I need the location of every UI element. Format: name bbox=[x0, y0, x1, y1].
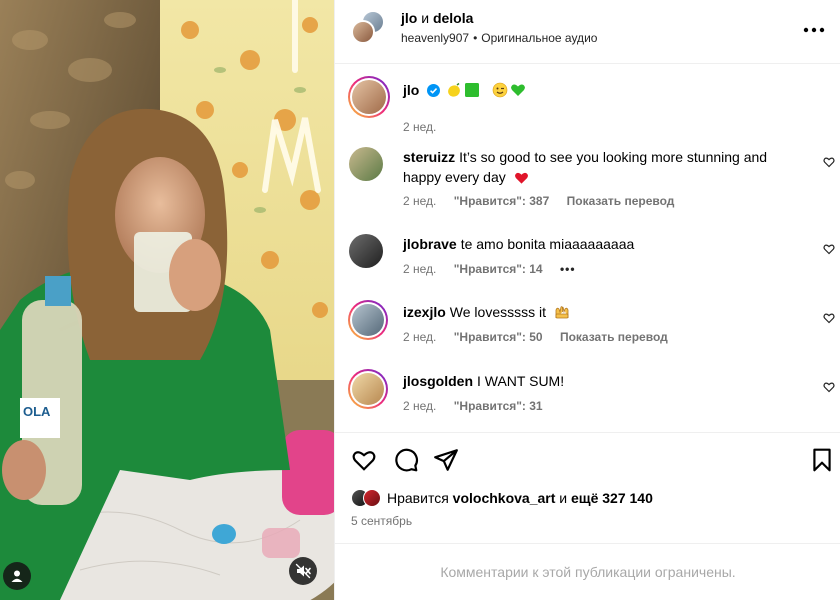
post-actions: Нравится volochkova_art и ещё 327 140 5 … bbox=[335, 432, 840, 542]
send-icon[interactable] bbox=[433, 447, 459, 473]
timestamp[interactable]: 2 нед. bbox=[403, 120, 436, 134]
caption-username[interactable]: jlo bbox=[403, 82, 419, 98]
mute-button[interactable] bbox=[289, 557, 317, 585]
translate-link[interactable]: Показать перевод bbox=[560, 330, 668, 344]
likes-count[interactable]: "Нравится": 14 bbox=[454, 262, 543, 276]
comment-body: We lovesssss it bbox=[449, 304, 547, 320]
comment-username[interactable]: izexjlo bbox=[403, 304, 446, 320]
comment-more-button[interactable]: ••• bbox=[560, 262, 576, 276]
post-panel: jlo и delola heavenly907 • Оригинальное ау… bbox=[334, 0, 840, 600]
comment-item: steruizz It’s so good to see you looking … bbox=[335, 146, 840, 212]
likes-prefix: Нравится bbox=[387, 490, 449, 506]
like-comment-icon[interactable] bbox=[823, 156, 835, 168]
comment-icon[interactable] bbox=[393, 447, 419, 473]
timestamp[interactable]: 2 нед. bbox=[403, 262, 436, 276]
like-comment-icon[interactable] bbox=[823, 381, 835, 393]
comment-item: jlosgolden I WANT SUM! 2 нед. "Нравится":… bbox=[335, 369, 840, 417]
audio-link[interactable]: Оригинальное аудио bbox=[481, 31, 597, 45]
comment-body: te amo bonita miaaaaaaaaa bbox=[460, 236, 635, 252]
avatar[interactable] bbox=[348, 300, 388, 340]
audio-user-link[interactable]: heavenly907 bbox=[401, 31, 469, 45]
post-header: jlo и delola heavenly907 • Оригинальное ау… bbox=[335, 0, 840, 64]
liker-link[interactable]: volochkova_art bbox=[453, 490, 556, 506]
svg-text:OLA: OLA bbox=[23, 404, 51, 419]
more-horizontal-icon bbox=[803, 27, 825, 33]
collab-title: jlo и delola bbox=[401, 10, 473, 26]
timestamp[interactable]: 2 нед. bbox=[403, 194, 436, 208]
likes-count[interactable]: "Нравится": 50 bbox=[454, 330, 543, 344]
comment-item: jlobrave te amo bonita miaaaaaaaaa 2 нед.… bbox=[335, 234, 840, 280]
post-date[interactable]: 5 сентябрь bbox=[351, 514, 412, 528]
comment-body: I WANT SUM! bbox=[477, 373, 565, 389]
comment-item: izexjlo We lovesssss it 2 нед. "Нравится"… bbox=[335, 300, 840, 348]
comment-text: jlosgolden I WANT SUM! bbox=[403, 371, 793, 391]
verified-badge-icon bbox=[427, 84, 441, 97]
avatar[interactable] bbox=[348, 76, 390, 118]
comment-username[interactable]: jlobrave bbox=[403, 236, 457, 252]
timestamp[interactable]: 2 нед. bbox=[403, 330, 436, 344]
separator: • bbox=[473, 31, 478, 45]
like-comment-icon[interactable] bbox=[823, 243, 835, 255]
green-square-icon bbox=[465, 83, 480, 97]
like-comment-icon[interactable] bbox=[823, 312, 835, 324]
avatar bbox=[363, 489, 381, 507]
coauthor-link[interactable]: delola bbox=[433, 10, 473, 26]
comment-username[interactable]: steruizz bbox=[403, 149, 455, 165]
avatar[interactable] bbox=[349, 147, 383, 181]
likes-count[interactable]: "Нравится": 387 bbox=[454, 194, 550, 208]
heart-icon[interactable] bbox=[351, 447, 377, 473]
collab-avatars[interactable] bbox=[351, 10, 387, 46]
comment-body: It’s so good to see you looking more stu… bbox=[403, 149, 768, 185]
winking-face-icon bbox=[492, 82, 508, 98]
avatar bbox=[351, 20, 375, 44]
red-heart-icon bbox=[514, 172, 528, 184]
translate-link[interactable]: Показать перевод bbox=[567, 194, 675, 208]
video-frame: OLA bbox=[0, 0, 334, 600]
likes-count[interactable]: "Нравится": 31 bbox=[454, 399, 543, 413]
more-options-button[interactable] bbox=[803, 17, 825, 38]
avatar[interactable] bbox=[348, 369, 388, 409]
comment-text: steruizz It’s so good to see you looking … bbox=[403, 147, 793, 187]
comments-restricted-notice: Комментарии к этой публикации ограничены… bbox=[335, 543, 840, 600]
bookmark-icon[interactable] bbox=[809, 447, 835, 473]
comment-meta: 2 нед. "Нравится": 50 Показать перевод bbox=[403, 330, 668, 344]
lemon-icon bbox=[448, 82, 461, 97]
timestamp[interactable]: 2 нед. bbox=[403, 399, 436, 413]
likes-summary: Нравится volochkova_art и ещё 327 140 bbox=[351, 489, 653, 507]
caption-text: jlo bbox=[403, 80, 793, 100]
comment-text: izexjlo We lovesssss it bbox=[403, 302, 793, 322]
likes-conjunction: и bbox=[559, 490, 568, 506]
comment-username[interactable]: jlosgolden bbox=[403, 373, 473, 389]
comment-meta: 2 нед. "Нравится": 14 ••• bbox=[403, 262, 576, 276]
caption: jlo 2 нед. bbox=[335, 76, 840, 136]
comment-meta: 2 нед. "Нравится": 387 Показать перевод bbox=[403, 194, 674, 208]
green-heart-icon bbox=[511, 84, 526, 96]
caption-meta: 2 нед. bbox=[403, 120, 436, 134]
user-tag-button[interactable] bbox=[3, 562, 31, 590]
likes-others-link[interactable]: ещё 327 140 bbox=[571, 490, 653, 506]
comment-text: jlobrave te amo bonita miaaaaaaaaa bbox=[403, 234, 793, 254]
comment-meta: 2 нед. "Нравится": 31 bbox=[403, 399, 543, 413]
raising-hands-icon bbox=[555, 306, 569, 319]
user-tag-icon bbox=[11, 570, 23, 582]
comments-list[interactable]: jlo 2 нед. steruizz It’s so good to see y… bbox=[335, 64, 840, 432]
conjunction: и bbox=[421, 10, 430, 26]
author-link[interactable]: jlo bbox=[401, 10, 417, 26]
muted-speaker-icon bbox=[295, 563, 311, 579]
post-media[interactable]: OLA bbox=[0, 0, 334, 600]
avatar[interactable] bbox=[349, 234, 383, 268]
audio-line: heavenly907 • Оригинальное аудио bbox=[401, 31, 597, 45]
